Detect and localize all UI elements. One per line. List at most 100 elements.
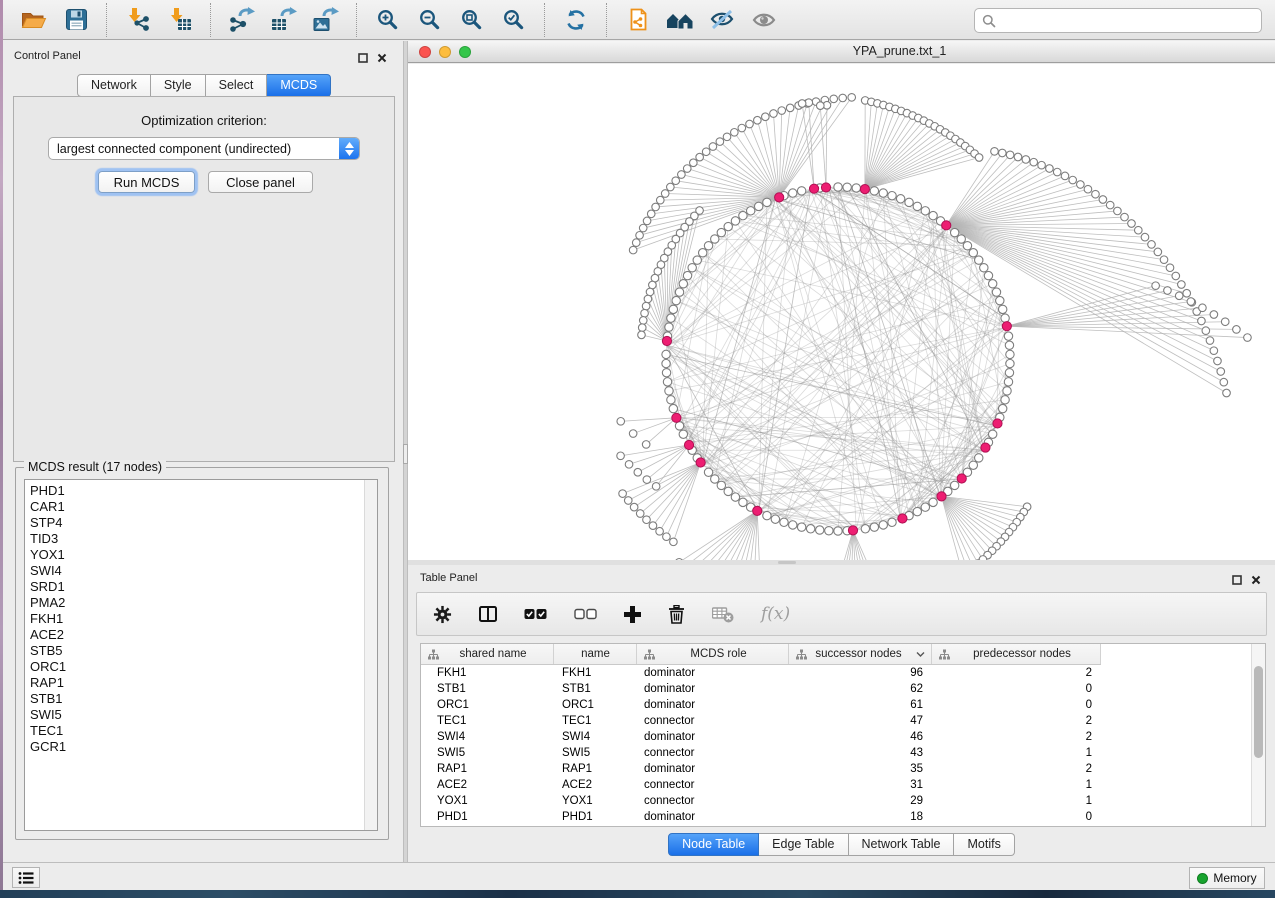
- zoom-fit-icon[interactable]: [455, 4, 489, 36]
- table-row[interactable]: YOX1YOX1connector291: [421, 793, 1251, 809]
- show-hide-icon[interactable]: [747, 4, 781, 36]
- mcds-result-item[interactable]: ORC1: [25, 659, 364, 675]
- column-header-predecessor-nodes[interactable]: predecessor nodes: [932, 644, 1101, 664]
- horizontal-splitter-handle[interactable]: [778, 561, 796, 564]
- network-graph[interactable]: [408, 64, 1275, 560]
- tab-node-table[interactable]: Node Table: [668, 833, 759, 856]
- close-panel-icon[interactable]: [1251, 572, 1261, 590]
- mcds-hub-node[interactable]: [957, 474, 966, 483]
- search-network-icon[interactable]: [663, 4, 697, 36]
- mcds-result-item[interactable]: YOX1: [25, 547, 364, 563]
- mcds-result-item[interactable]: SWI5: [25, 707, 364, 723]
- mcds-hub-node[interactable]: [662, 336, 671, 345]
- mcds-result-item[interactable]: STB5: [25, 643, 364, 659]
- mcds-hub-node[interactable]: [672, 413, 681, 422]
- optimization-criterion-dropdown[interactable]: largest connected component (undirected): [48, 137, 360, 160]
- select-all-icon[interactable]: [524, 608, 547, 620]
- float-panel-icon[interactable]: [358, 50, 368, 68]
- settings-gear-icon[interactable]: [433, 605, 452, 624]
- float-panel-icon[interactable]: [1232, 572, 1242, 590]
- mcds-result-list[interactable]: PHD1CAR1STP4TID3YOX1SWI4SRD1PMA2FKH1ACE2…: [24, 479, 378, 831]
- mcds-hub-node[interactable]: [993, 419, 1002, 428]
- tab-network[interactable]: Network: [77, 74, 151, 97]
- save-session-icon[interactable]: [59, 4, 93, 36]
- mcds-hub-node[interactable]: [942, 221, 951, 230]
- mcds-result-item[interactable]: CAR1: [25, 499, 364, 515]
- table-row[interactable]: ORC1ORC1dominator610: [421, 697, 1251, 713]
- memory-button[interactable]: Memory: [1189, 867, 1265, 889]
- task-history-button[interactable]: [12, 867, 40, 888]
- column-header-name[interactable]: name: [554, 644, 637, 664]
- mcds-result-item[interactable]: FKH1: [25, 611, 364, 627]
- mcds-result-item[interactable]: STB1: [25, 691, 364, 707]
- column-header-MCDS-role[interactable]: MCDS role: [637, 644, 789, 664]
- search-input[interactable]: [996, 9, 1261, 32]
- export-network-icon[interactable]: [225, 4, 259, 36]
- export-image-icon[interactable]: [309, 4, 343, 36]
- open-file-icon[interactable]: [17, 4, 51, 36]
- toggle-panes-icon[interactable]: [479, 606, 497, 622]
- mcds-result-item[interactable]: GCR1: [25, 739, 364, 755]
- result-list-scrollbar[interactable]: [364, 480, 377, 830]
- mcds-hub-node[interactable]: [696, 458, 705, 467]
- close-panel-button[interactable]: Close panel: [208, 171, 313, 193]
- mcds-result-item[interactable]: TID3: [25, 531, 364, 547]
- close-panel-icon[interactable]: [377, 50, 387, 68]
- deselect-all-icon[interactable]: [574, 608, 597, 620]
- mcds-hub-node[interactable]: [937, 492, 946, 501]
- toggle-graphics-details-icon[interactable]: [705, 4, 739, 36]
- zoom-in-icon[interactable]: [371, 4, 405, 36]
- table-row[interactable]: PHD1PHD1dominator180: [421, 809, 1251, 825]
- mcds-hub-node[interactable]: [860, 185, 869, 194]
- network-file-icon[interactable]: [621, 4, 655, 36]
- run-mcds-button[interactable]: Run MCDS: [98, 171, 195, 193]
- mcds-hub-node[interactable]: [981, 443, 990, 452]
- network-canvas[interactable]: [408, 64, 1275, 560]
- tab-style[interactable]: Style: [151, 74, 206, 97]
- column-header-shared-name[interactable]: shared name: [421, 644, 554, 664]
- mcds-result-item[interactable]: STP4: [25, 515, 364, 531]
- mcds-result-item[interactable]: TEC1: [25, 723, 364, 739]
- tab-network-table[interactable]: Network Table: [849, 833, 955, 856]
- mcds-hub-node[interactable]: [809, 184, 818, 193]
- mcds-hub-node[interactable]: [821, 183, 830, 192]
- zoom-selected-icon[interactable]: [497, 4, 531, 36]
- table-scrollbar-thumb[interactable]: [1254, 666, 1263, 758]
- mcds-result-item[interactable]: PMA2: [25, 595, 364, 611]
- mcds-result-item[interactable]: SWI4: [25, 563, 364, 579]
- zoom-out-icon[interactable]: [413, 4, 447, 36]
- import-network-icon[interactable]: [121, 4, 155, 36]
- search-field[interactable]: [974, 8, 1262, 33]
- mcds-result-item[interactable]: PHD1: [25, 483, 364, 499]
- table-cell: RAP1: [554, 763, 637, 775]
- table-row[interactable]: STB1STB1dominator620: [421, 681, 1251, 697]
- network-window-title: YPA_prune.txt_1: [408, 44, 1275, 58]
- mcds-result-item[interactable]: RAP1: [25, 675, 364, 691]
- table-scrollbar[interactable]: [1251, 644, 1265, 826]
- table-row[interactable]: TEC1TEC1connector472: [421, 713, 1251, 729]
- table-row[interactable]: SWI4SWI4dominator462: [421, 729, 1251, 745]
- import-table-icon[interactable]: [163, 4, 197, 36]
- table-row[interactable]: ACE2ACE2connector311: [421, 777, 1251, 793]
- table-row[interactable]: SWI5SWI5connector431: [421, 745, 1251, 761]
- mcds-result-item[interactable]: SRD1: [25, 579, 364, 595]
- tab-mcds[interactable]: MCDS: [267, 74, 331, 97]
- mcds-hub-node[interactable]: [1002, 322, 1011, 331]
- network-window-titlebar[interactable]: YPA_prune.txt_1: [408, 41, 1275, 63]
- add-column-icon[interactable]: [624, 606, 641, 623]
- mcds-result-item[interactable]: ACE2: [25, 627, 364, 643]
- tab-motifs[interactable]: Motifs: [954, 833, 1014, 856]
- export-table-icon[interactable]: [267, 4, 301, 36]
- delete-column-icon[interactable]: [668, 605, 685, 624]
- table-row[interactable]: RAP1RAP1dominator352: [421, 761, 1251, 777]
- tab-select[interactable]: Select: [206, 74, 268, 97]
- mcds-hub-node[interactable]: [684, 440, 693, 449]
- table-row[interactable]: FKH1FKH1dominator962: [421, 665, 1251, 681]
- mcds-hub-node[interactable]: [848, 526, 857, 535]
- apply-layout-icon[interactable]: [559, 4, 593, 36]
- column-header-successor-nodes[interactable]: successor nodes: [789, 644, 932, 664]
- tab-edge-table[interactable]: Edge Table: [759, 833, 848, 856]
- mcds-hub-node[interactable]: [775, 193, 784, 202]
- mcds-hub-node[interactable]: [753, 506, 762, 515]
- mcds-hub-node[interactable]: [898, 514, 907, 523]
